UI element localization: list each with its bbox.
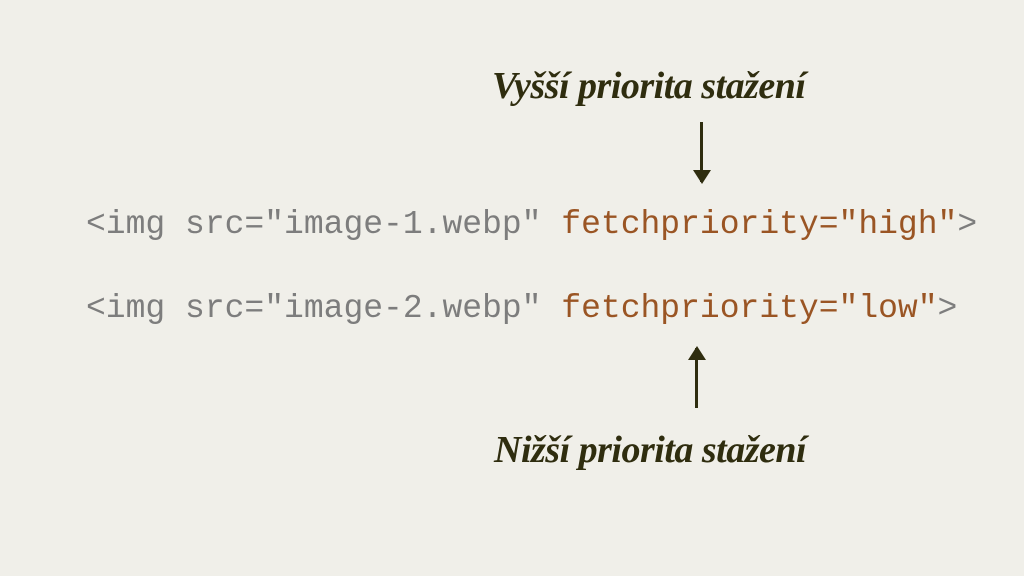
code-highlight-2: fetchpriority="low" xyxy=(561,290,937,327)
heading-bottom: Nižší priorita stažení xyxy=(494,428,806,472)
code-line-1: <img src="image-1.webp" fetchpriority="h… xyxy=(86,206,977,243)
code-prefix-1: <img src="image-1.webp" xyxy=(86,206,561,243)
arrow-down-icon xyxy=(700,122,703,182)
code-prefix-2: <img src="image-2.webp" xyxy=(86,290,561,327)
code-line-2: <img src="image-2.webp" fetchpriority="l… xyxy=(86,290,957,327)
arrow-up-icon xyxy=(695,348,698,408)
code-highlight-1: fetchpriority="high" xyxy=(561,206,957,243)
code-suffix-2: > xyxy=(938,290,958,327)
code-suffix-1: > xyxy=(957,206,977,243)
heading-top: Vyšší priorita stažení xyxy=(492,64,805,108)
